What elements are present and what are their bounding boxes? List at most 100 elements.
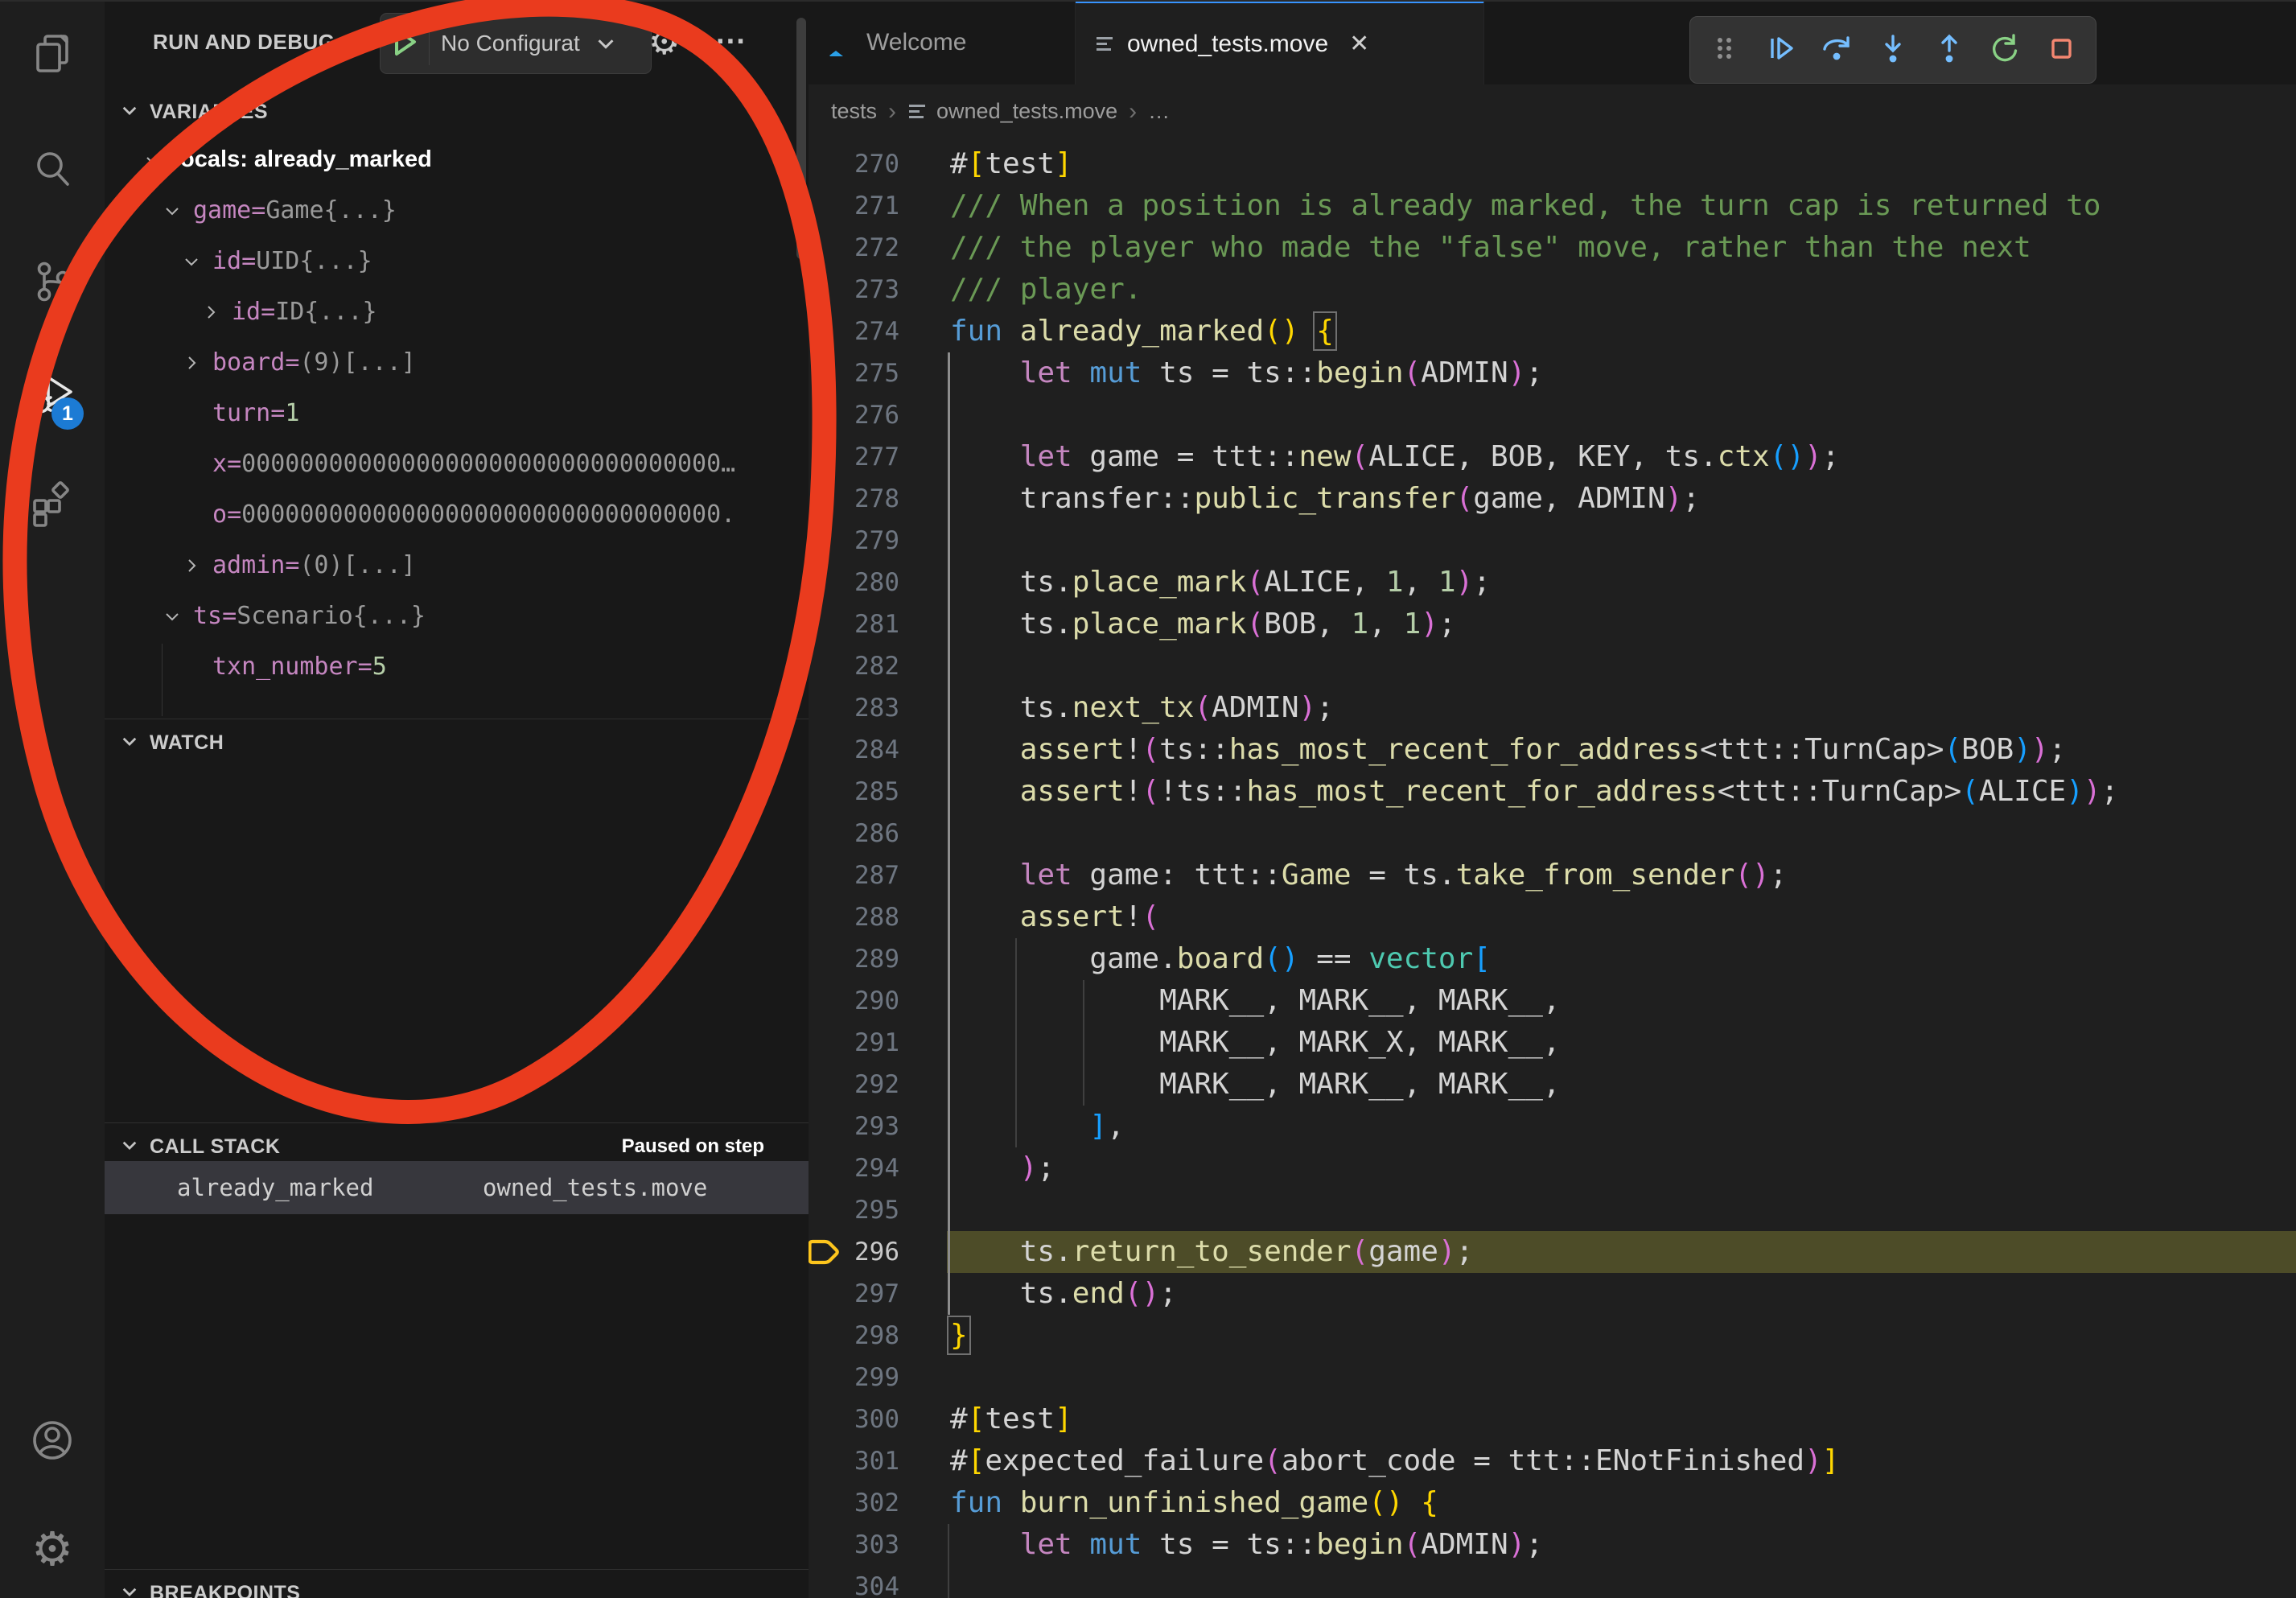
code-line[interactable]: /// the player who made the "false" move… — [947, 227, 2294, 269]
tree-row-game[interactable]: game = Game{...} — [105, 185, 809, 236]
code-line[interactable]: MARK__, MARK__, MARK__, — [947, 980, 2294, 1022]
code-line[interactable]: } — [947, 1315, 2294, 1357]
launch-config-dropdown[interactable]: No Configurat — [380, 13, 652, 74]
code-line[interactable] — [947, 645, 2294, 687]
breadcrumb[interactable]: tests›owned_tests.move›… — [809, 84, 2296, 138]
code-token: ) — [2066, 775, 2084, 808]
code-line[interactable]: assert!(ts::has_most_recent_for_address<… — [947, 729, 2294, 771]
sidebar-scrollbar[interactable] — [796, 18, 806, 259]
code-line[interactable]: transfer::public_transfer(game, ADMIN); — [947, 478, 2294, 520]
dropdown-divider — [429, 22, 430, 65]
tree-row-locals[interactable]: locals: already_marked — [105, 134, 809, 185]
code-token: place_mark — [1072, 566, 1247, 599]
watch-section-header[interactable]: WATCH — [105, 719, 809, 766]
code-token: has_most_recent_for_address — [1247, 775, 1718, 808]
code-line[interactable]: ts.next_tx(ADMIN); — [947, 687, 2294, 729]
code-token: ; — [1456, 1235, 1474, 1268]
variable-value: Scenario{...} — [237, 602, 426, 630]
code-line[interactable] — [947, 1566, 2294, 1598]
chevron-down-icon — [594, 31, 618, 56]
tree-row-id[interactable]: id = ID{...} — [105, 286, 809, 337]
breadcrumb-item[interactable]: … — [1148, 99, 1170, 124]
code-line[interactable]: ts.end(); — [947, 1273, 2294, 1315]
code-line[interactable]: assert!( — [947, 896, 2294, 938]
code-line[interactable]: let mut ts = ts::begin(ADMIN); — [947, 1524, 2294, 1566]
tree-row-x[interactable]: x = 000000000000000000000000000000000… — [105, 439, 809, 489]
tree-row-txn_number[interactable]: txn_number = 5 — [105, 641, 809, 692]
code-line[interactable]: fun burn_unfinished_game() { — [947, 1482, 2294, 1524]
code-token: already_marked — [1020, 315, 1264, 348]
code-line[interactable]: /// When a position is already marked, t… — [947, 185, 2294, 227]
code-line[interactable]: ts.return_to_sender(game); — [947, 1231, 2294, 1273]
code-line[interactable] — [947, 1357, 2294, 1398]
code-line[interactable] — [947, 813, 2294, 855]
call-stack-frame[interactable]: already_markedowned_tests.move — [105, 1161, 809, 1214]
step-over-button[interactable] — [1813, 26, 1861, 74]
step-out-button[interactable] — [1925, 26, 1973, 74]
continue-button[interactable] — [1757, 26, 1805, 74]
activity-item-extensions[interactable] — [4, 459, 101, 555]
activity-item-source-control[interactable] — [4, 235, 101, 332]
code-token — [1072, 1528, 1090, 1561]
activity-bar: 1⚙ — [0, 0, 105, 1598]
step-out-icon — [1933, 32, 1965, 68]
restart-button[interactable] — [1981, 26, 2029, 74]
equals-sign: = — [358, 653, 372, 681]
code-line[interactable]: #[test] — [947, 143, 2294, 185]
tree-row-ts[interactable]: ts = Scenario{...} — [105, 591, 809, 641]
code-line[interactable]: #[expected_failure(abort_code = ttt::ENo… — [947, 1440, 2294, 1482]
debug-settings-gear-icon[interactable]: ⚙ — [648, 0, 680, 84]
tree-row-o[interactable]: o = 000000000000000000000000000000000. — [105, 489, 809, 540]
activity-item-account[interactable] — [4, 1394, 101, 1490]
code-line[interactable] — [947, 394, 2294, 436]
code-line[interactable]: ts.place_mark(ALICE, 1, 1); — [947, 562, 2294, 603]
activity-item-explorer[interactable] — [4, 8, 101, 105]
code-line[interactable] — [947, 520, 2294, 562]
code-line[interactable]: MARK__, MARK__, MARK__, — [947, 1064, 2294, 1106]
code-line[interactable]: ); — [947, 1147, 2294, 1189]
tree-row-id[interactable]: id = UID{...} — [105, 236, 809, 286]
code-line[interactable]: ], — [947, 1106, 2294, 1147]
code-token: ( — [1734, 859, 1752, 892]
debug-toolbar — [1689, 16, 2096, 84]
explorer-icon — [28, 31, 76, 83]
breadcrumb-item[interactable]: owned_tests.move — [936, 99, 1117, 124]
code-token: take_from_sender — [1456, 859, 1735, 892]
code-line[interactable]: /// player. — [947, 269, 2294, 311]
tab-welcome[interactable]: Welcome — [809, 0, 1076, 84]
tab-owned-tests-move[interactable]: owned_tests.move✕ — [1076, 0, 1484, 84]
code-editor[interactable]: 270#[test]271/// When a position is alre… — [809, 138, 2296, 1598]
code-line[interactable]: let game: ttt::Game = ts.take_from_sende… — [947, 855, 2294, 896]
close-icon[interactable]: ✕ — [1349, 30, 1369, 58]
code-line[interactable]: let game = ttt::new(ALICE, BOB, KEY, ts.… — [947, 436, 2294, 478]
activity-item-settings[interactable]: ⚙ — [4, 1501, 101, 1598]
code-token: ( — [1125, 1277, 1142, 1310]
code-token: BOB, — [1264, 607, 1351, 640]
activity-item-run-and-debug[interactable] — [4, 348, 101, 444]
breadcrumb-item[interactable]: tests — [831, 99, 877, 124]
code-line[interactable]: assert!(!ts::has_most_recent_for_address… — [947, 771, 2294, 813]
tree-row-board[interactable]: board = (9)[...] — [105, 337, 809, 388]
variables-section-header[interactable]: VARIABLES — [105, 89, 809, 135]
activity-item-search[interactable] — [4, 122, 101, 219]
code-token: assert — [1020, 775, 1125, 808]
code-line[interactable]: MARK__, MARK_X, MARK__, — [947, 1022, 2294, 1064]
drag-handle[interactable] — [1701, 26, 1749, 74]
tree-row-turn[interactable]: turn = 1 — [105, 388, 809, 439]
code-line[interactable]: let mut ts = ts::begin(ADMIN); — [947, 352, 2294, 394]
code-token: begin — [1316, 1528, 1403, 1561]
stop-button[interactable] — [2037, 26, 2085, 74]
breakpoints-section-header[interactable]: BREAKPOINTS — [105, 1570, 809, 1598]
step-into-button[interactable] — [1869, 26, 1917, 74]
code-line[interactable]: game.board() == vector[ — [947, 938, 2294, 980]
code-token: ; — [2049, 733, 2067, 766]
code-line[interactable]: #[test] — [947, 1398, 2294, 1440]
code-line[interactable] — [947, 1189, 2294, 1231]
code-line[interactable]: ts.place_mark(BOB, 1, 1); — [947, 603, 2294, 645]
more-actions-icon[interactable]: ··· — [716, 0, 747, 84]
start-debug-icon[interactable] — [392, 27, 419, 61]
tree-row-admin[interactable]: admin = (0)[...] — [105, 540, 809, 591]
paused-status-badge: Paused on step — [622, 1135, 764, 1158]
code-line[interactable]: fun already_marked() { — [947, 311, 2294, 352]
code-token: ! — [1125, 900, 1142, 933]
